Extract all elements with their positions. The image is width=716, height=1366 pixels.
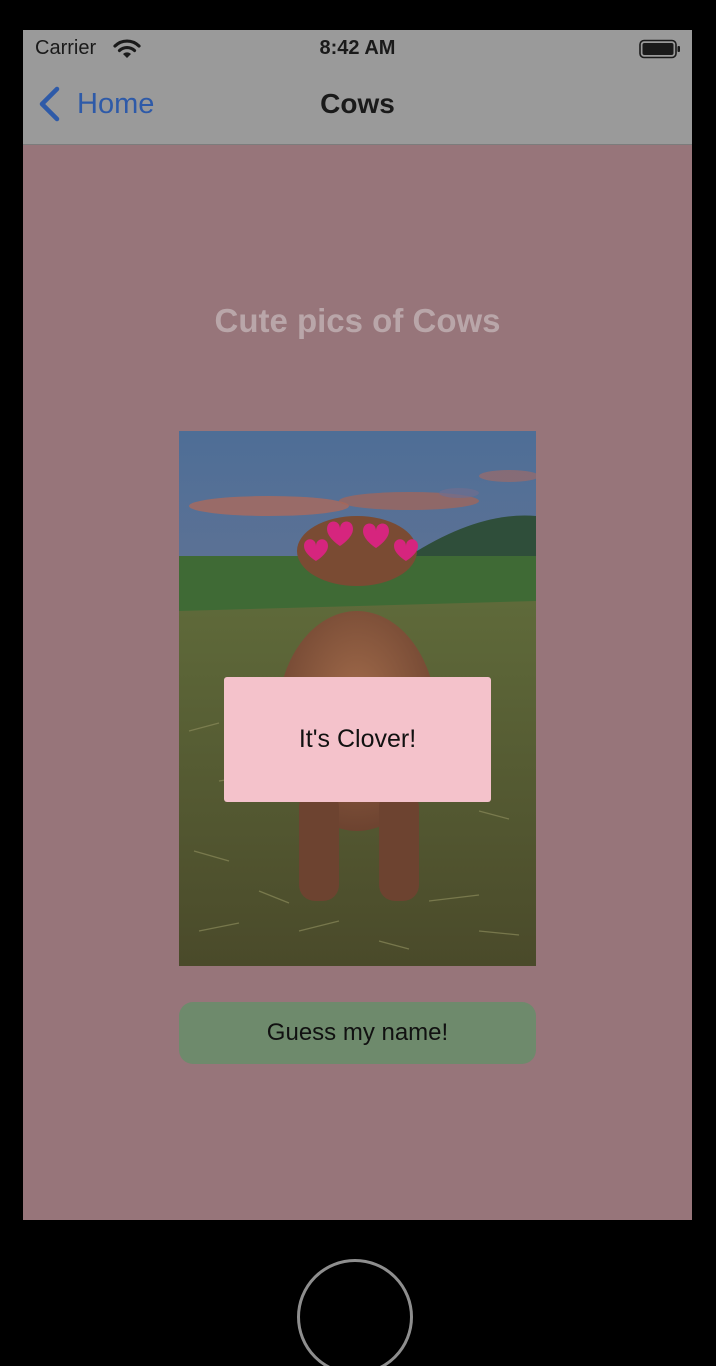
status-bar: Carrier 8:42 AM (23, 30, 692, 68)
home-button[interactable] (297, 1259, 413, 1366)
status-time: 8:42 AM (319, 37, 396, 59)
popup-message: It's Clover! (298, 725, 417, 753)
app-screen: Carrier 8:42 AM Home Cows Cute pics of C… (23, 30, 692, 1220)
name-popup[interactable]: It's Clover! (224, 677, 491, 802)
nav-title: Cows (320, 88, 395, 119)
guess-name-button[interactable]: Guess my name! (179, 1002, 536, 1064)
page-heading: Cute pics of Cows (214, 302, 501, 339)
navigation-bar: Home Cows (23, 68, 692, 145)
device-frame: Carrier 8:42 AM Home Cows Cute pics of C… (0, 0, 716, 1366)
content-area: Cute pics of Cows Guess my name! It's Cl… (23, 145, 692, 1220)
battery-icon (639, 39, 681, 59)
